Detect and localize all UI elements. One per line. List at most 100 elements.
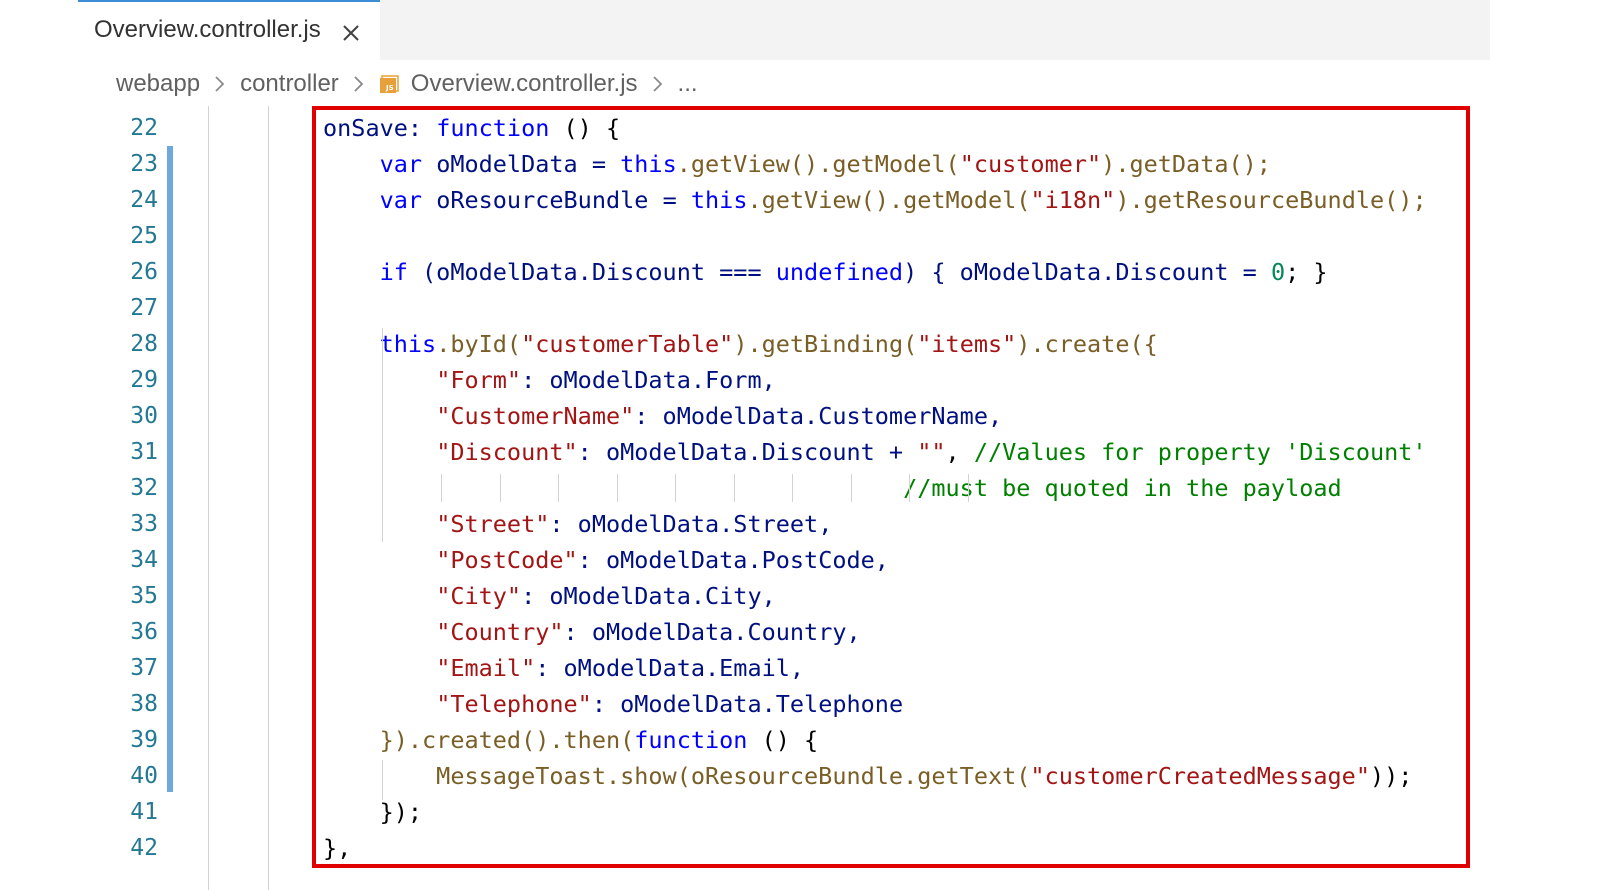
- line-number: 34: [130, 547, 158, 573]
- line-number: 38: [130, 691, 158, 717]
- code-line[interactable]: 36 "Country": oModelData.Country,: [0, 614, 1600, 650]
- code-line[interactable]: 38 "Telephone": oModelData.Telephone: [0, 686, 1600, 722]
- code-token: var: [379, 150, 423, 178]
- code-text: }).created().then(function () {: [323, 722, 819, 758]
- line-number: 23: [130, 151, 158, 177]
- code-token: function: [436, 114, 550, 142]
- indent-guide: [268, 106, 269, 890]
- code-token: if: [379, 258, 408, 286]
- line-number: 41: [130, 799, 158, 825]
- code-token: "CustomerName": [436, 402, 635, 430]
- code-token: "customer": [959, 150, 1102, 178]
- line-number: 25: [130, 223, 158, 249]
- code-text: "Telephone": oModelData.Telephone: [323, 686, 903, 722]
- line-number: 37: [130, 655, 158, 681]
- code-line[interactable]: 23 var oModelData = this.getView().getMo…: [0, 146, 1600, 182]
- code-line[interactable]: 22 onSave: function () {: [0, 110, 1600, 146]
- code-token: ).getBinding(: [733, 330, 918, 358]
- tab-overview-controller[interactable]: Overview.controller.js: [78, 0, 380, 60]
- code-token: ));: [1369, 762, 1413, 790]
- code-line[interactable]: 31 "Discount": oModelData.Discount + "",…: [0, 434, 1600, 470]
- tab-label: Overview.controller.js: [94, 16, 321, 43]
- code-token: .getView().getModel(: [747, 186, 1031, 214]
- code-line[interactable]: 26 if (oModelData.Discount === undefined…: [0, 254, 1600, 290]
- line-number: 32: [130, 475, 158, 501]
- indent-guide: [441, 474, 442, 502]
- git-change-indicator: [167, 146, 173, 792]
- code-token: var: [379, 186, 423, 214]
- svg-text:JS: JS: [385, 84, 394, 92]
- code-token: "items": [917, 330, 1017, 358]
- indent-guide: [792, 474, 793, 502]
- code-token: ).create({: [1016, 330, 1158, 358]
- code-line[interactable]: 42},: [0, 830, 1600, 866]
- code-text: "CustomerName": oModelData.CustomerName,: [323, 398, 1002, 434]
- code-line[interactable]: 32 //must be quoted in the payload: [0, 470, 1600, 506]
- indent-guide: [616, 474, 618, 502]
- chevron-right-icon: [353, 75, 365, 93]
- code-line[interactable]: 41 });: [0, 794, 1600, 830]
- code-text: "City": oModelData.City,: [323, 578, 776, 614]
- code-token: : oModelData.City,: [521, 582, 776, 610]
- code-text: "Street": oModelData.Street,: [323, 506, 832, 542]
- code-line[interactable]: 29 "Form": oModelData.Form,: [0, 362, 1600, 398]
- code-line[interactable]: 34 "PostCode": oModelData.PostCode,: [0, 542, 1600, 578]
- code-token: ,: [945, 438, 974, 466]
- line-number: 24: [130, 187, 158, 213]
- indent-guide: [208, 106, 209, 890]
- code-text: "Discount": oModelData.Discount + "", //…: [323, 434, 1427, 470]
- line-number: 31: [130, 439, 158, 465]
- code-token: this: [690, 186, 748, 214]
- code-line[interactable]: 28 this.byId("customerTable").getBinding…: [0, 326, 1600, 362]
- code-line[interactable]: 33 "Street": oModelData.Street,: [0, 506, 1600, 542]
- code-token: //must be quoted in the payload: [903, 474, 1342, 502]
- code-token: "customerCreatedMessage": [1030, 762, 1370, 790]
- line-number: 30: [130, 403, 158, 429]
- code-text: MessageToast.show(oResourceBundle.getTex…: [323, 758, 1412, 794]
- code-token: function: [634, 726, 748, 754]
- code-token: : oModelData.Email,: [535, 654, 805, 682]
- code-token: //Values for property 'Discount': [973, 438, 1427, 466]
- code-editor[interactable]: 22 onSave: function () {23 var oModelData…: [0, 106, 1600, 890]
- code-line[interactable]: 37 "Email": oModelData.Email,: [0, 650, 1600, 686]
- code-token: (oModelData.Discount ===: [407, 258, 776, 286]
- code-token: : oModelData.Country,: [563, 618, 861, 646]
- indent-guide: [558, 474, 559, 502]
- breadcrumb-item-file[interactable]: Overview.controller.js: [411, 70, 638, 98]
- code-line[interactable]: 25: [0, 218, 1600, 254]
- code-line[interactable]: 27: [0, 290, 1600, 326]
- breadcrumb-item-webapp[interactable]: webapp: [116, 70, 200, 98]
- code-token: "Country": [436, 618, 564, 646]
- breadcrumb-item-controller[interactable]: controller: [240, 70, 339, 98]
- code-token: () {: [747, 726, 819, 754]
- indent-guide: [382, 328, 383, 542]
- line-number: 40: [130, 763, 158, 789]
- close-icon[interactable]: [340, 22, 362, 44]
- line-number: 22: [130, 115, 158, 141]
- line-number: 42: [130, 835, 158, 861]
- indent-guide: [909, 474, 910, 502]
- code-line[interactable]: 24 var oResourceBundle = this.getView().…: [0, 182, 1600, 218]
- code-line[interactable]: 30 "CustomerName": oModelData.CustomerNa…: [0, 398, 1600, 434]
- indent-guide: [382, 760, 383, 800]
- code-token: "City": [436, 582, 522, 610]
- breadcrumb-item-more[interactable]: ...: [678, 70, 698, 98]
- code-text: },: [323, 830, 351, 866]
- code-line[interactable]: 40 MessageToast.show(oResourceBundle.get…: [0, 758, 1600, 794]
- code-line[interactable]: 35 "City": oModelData.City,: [0, 578, 1600, 614]
- code-text: var oResourceBundle = this.getView().get…: [323, 182, 1427, 218]
- code-token: },: [323, 834, 352, 862]
- line-number: 28: [130, 331, 158, 357]
- code-text: onSave: function () {: [323, 110, 620, 146]
- code-line[interactable]: 39 }).created().then(function () {: [0, 722, 1600, 758]
- code-token: : oModelData.CustomerName,: [634, 402, 1003, 430]
- code-token: : oModelData.Street,: [549, 510, 833, 538]
